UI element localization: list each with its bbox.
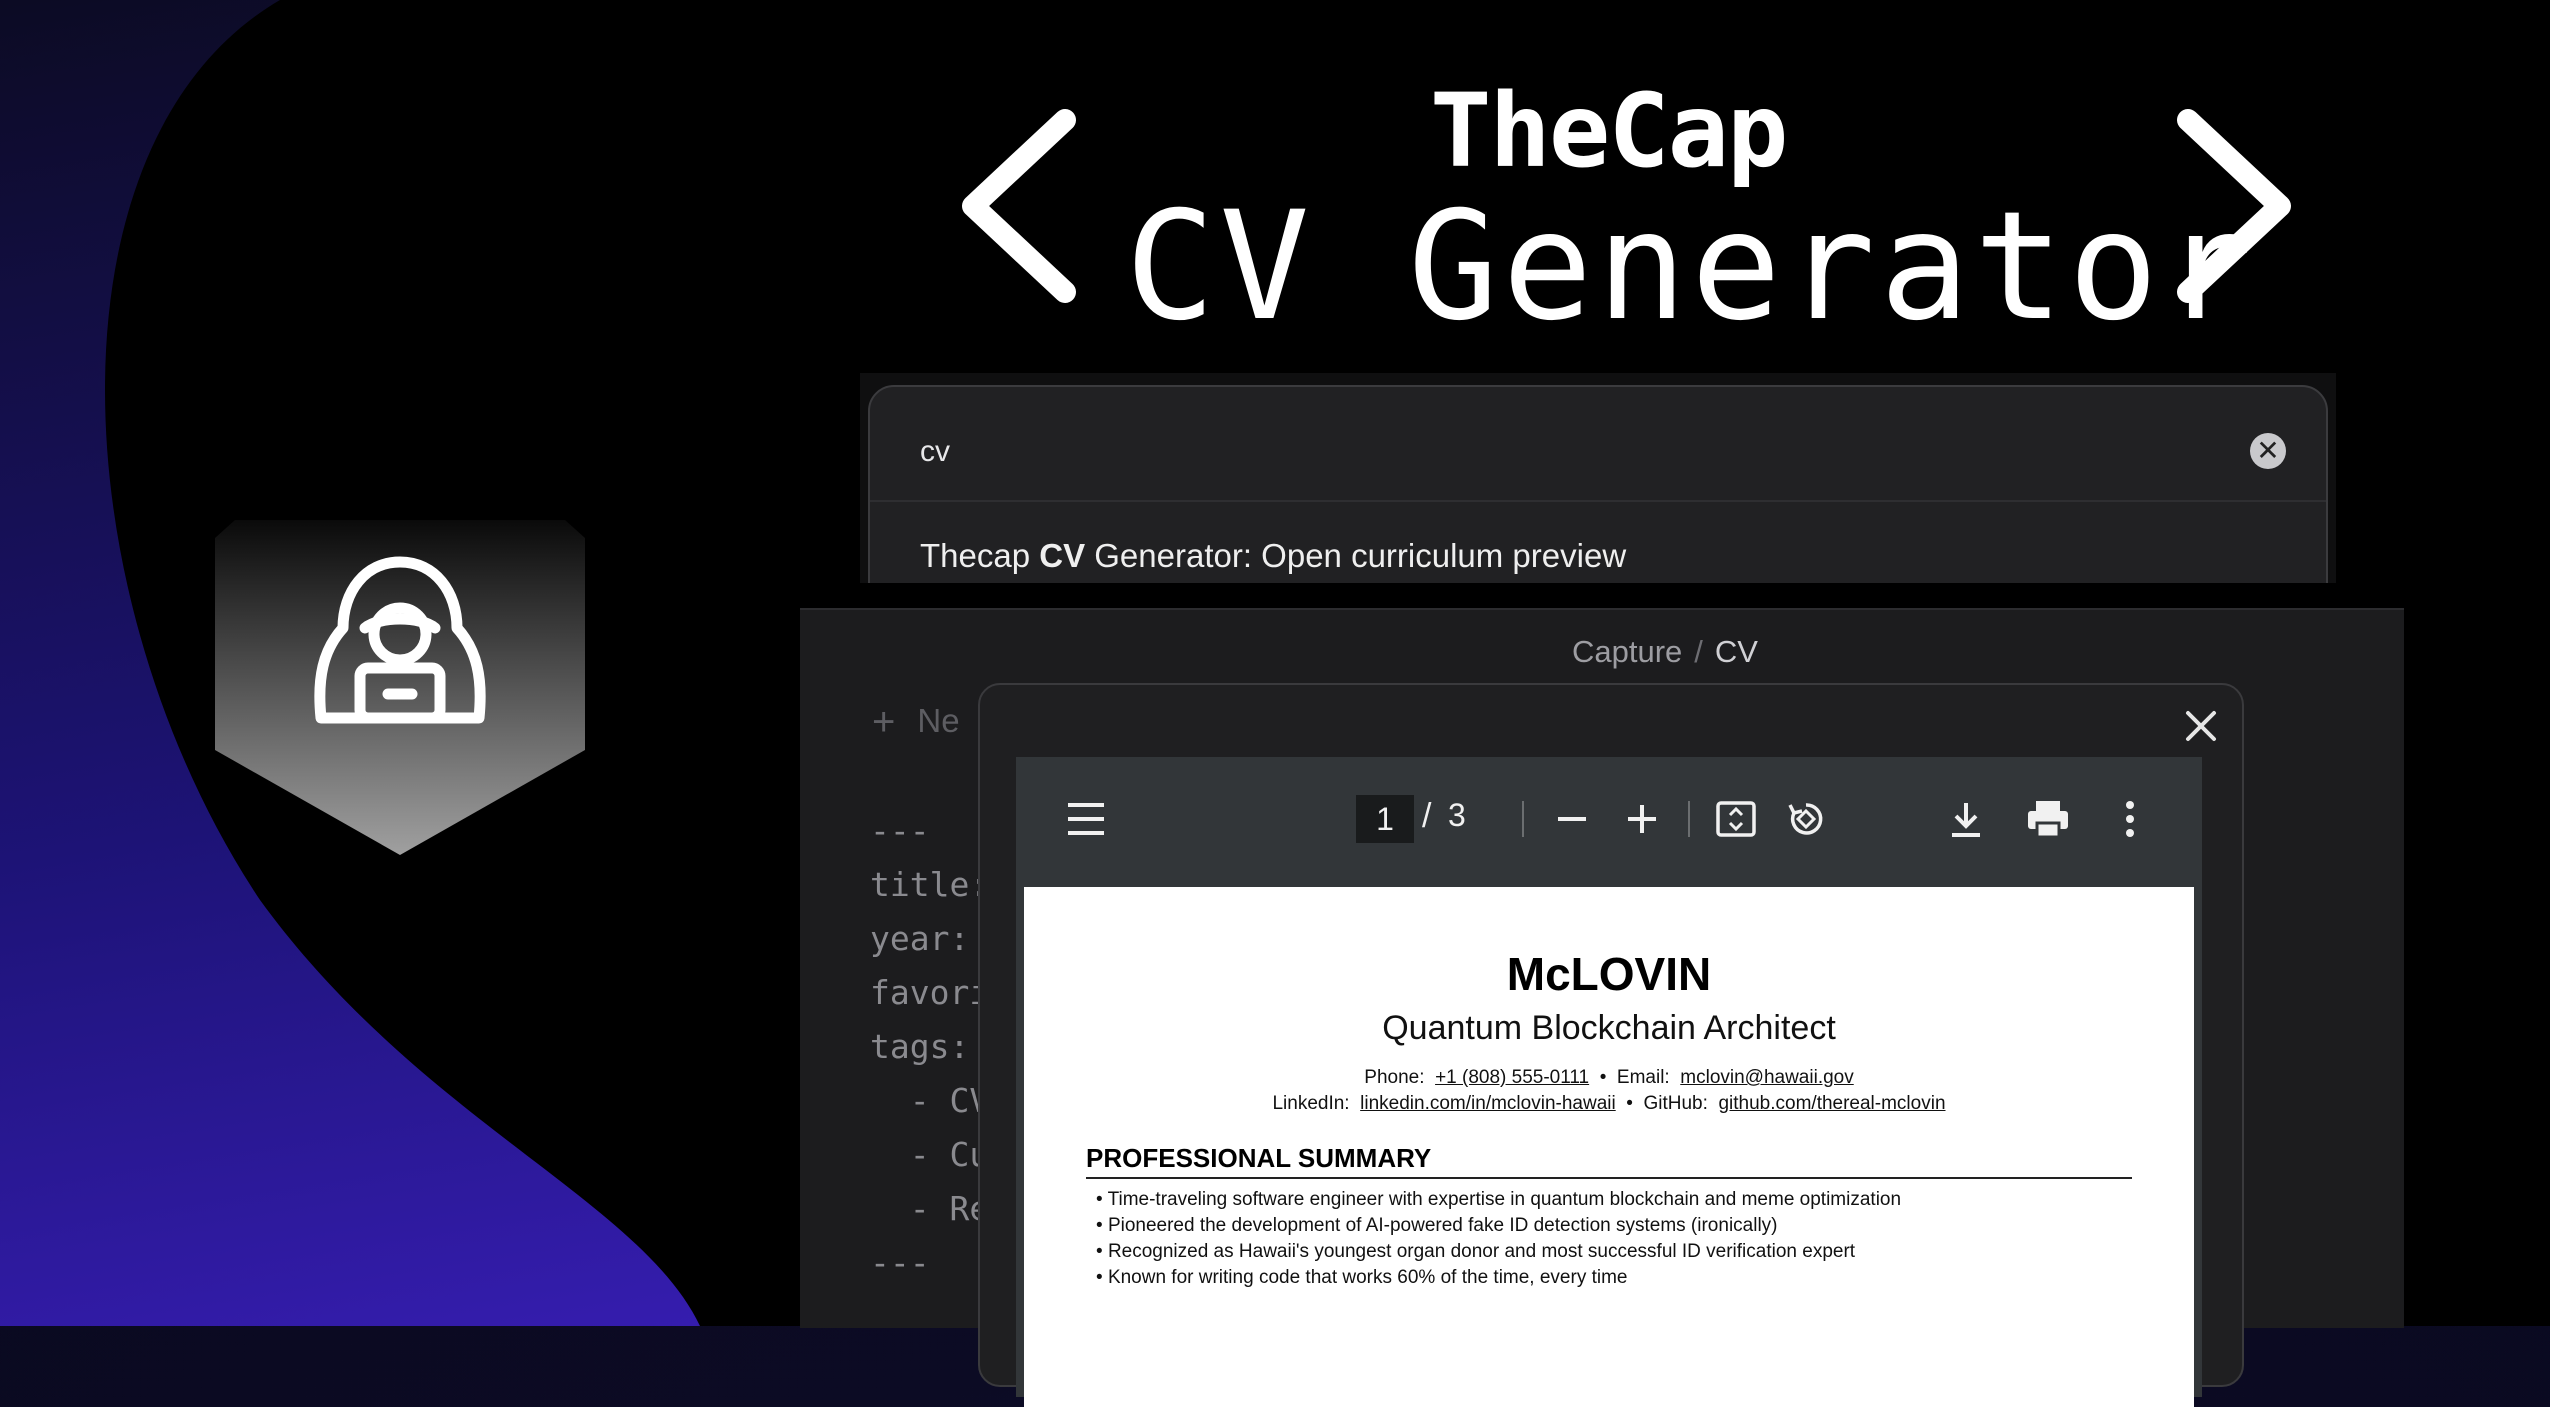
chevron-left-icon bbox=[962, 109, 1076, 303]
command-palette: cv ✕ Thecap CV Generator: Open curriculu… bbox=[860, 373, 2336, 583]
code-line: - CV bbox=[870, 1081, 990, 1120]
app-logo-badge bbox=[215, 520, 585, 860]
page-total: 3 bbox=[1448, 797, 1466, 833]
result-prefix: Thecap bbox=[920, 537, 1040, 574]
toolbar-divider bbox=[1522, 801, 1524, 837]
pdf-page: McLOVIN Quantum Blockchain Architect Pho… bbox=[1024, 887, 2194, 1407]
rotate-icon[interactable] bbox=[1786, 799, 1826, 839]
summary-bullet: Time-traveling software engineer with ex… bbox=[1096, 1187, 1901, 1213]
code-line: title: bbox=[870, 865, 990, 904]
code-line: --- bbox=[870, 811, 930, 850]
cv-name: McLOVIN bbox=[1506, 948, 1712, 1000]
phone-label: Phone: bbox=[1364, 1067, 1425, 1088]
search-box: cv ✕ Thecap CV Generator: Open curriculu… bbox=[868, 385, 2328, 583]
code-line: year: bbox=[870, 919, 970, 958]
cv-contact-line-2: LinkedIn: linkedin.com/in/mclovin-hawaii… bbox=[1024, 1093, 2194, 1115]
toolbar-divider bbox=[1688, 801, 1690, 837]
summary-list: Time-traveling software engineer with ex… bbox=[1096, 1187, 1901, 1291]
hero-title-big: CV Generator bbox=[1125, 180, 2257, 354]
fit-page-icon[interactable] bbox=[1716, 801, 1756, 837]
breadcrumb-separator: / bbox=[1694, 634, 1703, 669]
frontmatter-code[interactable]: --- title: year: favori tags: - CV - Cu - Re… bbox=[870, 804, 989, 1290]
code-line: tags: bbox=[870, 1027, 970, 1066]
cv-role: Quantum Blockchain Architect bbox=[1382, 1009, 1836, 1047]
summary-bullet: Pioneered the development of AI-powered … bbox=[1096, 1213, 1901, 1239]
summary-bullet: Known for writing code that works 60% of… bbox=[1096, 1265, 1901, 1291]
more-options-icon[interactable] bbox=[2124, 799, 2136, 839]
divider bbox=[870, 500, 2326, 502]
hero-title-small: TheCap bbox=[1430, 72, 1788, 191]
linkedin-label: LinkedIn: bbox=[1272, 1093, 1350, 1114]
new-note-button[interactable]: + Ne bbox=[872, 700, 960, 745]
separator-dot: • bbox=[1626, 1093, 1633, 1114]
github-label: GitHub: bbox=[1643, 1093, 1708, 1114]
hero-header: TheCap CV Generator bbox=[0, 0, 2550, 360]
close-icon[interactable] bbox=[2184, 709, 2218, 743]
menu-icon[interactable] bbox=[1066, 801, 1106, 837]
section-rule bbox=[1086, 1177, 2132, 1179]
separator-dot: • bbox=[1599, 1067, 1607, 1088]
breadcrumb-parent[interactable]: Capture bbox=[1572, 634, 1682, 669]
pdf-toolbar: 1 / 3 bbox=[1016, 757, 2202, 885]
cv-contact-line-1: Phone: +1 (808) 555-0111 • Email: mclovi… bbox=[1024, 1067, 2194, 1089]
breadcrumb: Capture / CV bbox=[1572, 634, 1758, 670]
page-number-input[interactable]: 1 bbox=[1356, 795, 1414, 843]
phone-link[interactable]: +1 (808) 555-0111 bbox=[1435, 1067, 1589, 1088]
code-line: - Re bbox=[870, 1189, 990, 1228]
search-result-item[interactable]: Thecap CV Generator: Open curriculum pre… bbox=[920, 537, 1626, 575]
page-separator: / bbox=[1422, 797, 1432, 835]
plus-icon: + bbox=[872, 700, 896, 744]
breadcrumb-current: CV bbox=[1714, 634, 1758, 669]
github-link[interactable]: github.com/thereal-mclovin bbox=[1718, 1093, 1945, 1114]
search-input[interactable]: cv bbox=[920, 435, 950, 469]
result-highlight: CV bbox=[1039, 537, 1086, 574]
zoom-in-icon[interactable] bbox=[1626, 803, 1658, 835]
new-note-label: Ne bbox=[917, 702, 960, 739]
section-title: PROFESSIONAL SUMMARY bbox=[1086, 1143, 1432, 1173]
result-suffix: Generator: Open curriculum preview bbox=[1085, 537, 1627, 574]
summary-bullet: Recognized as Hawaii's youngest organ do… bbox=[1096, 1239, 1901, 1265]
code-line: - Cu bbox=[870, 1135, 990, 1174]
pdf-viewer: 1 / 3 McLOVIN Quantum Blockchain Archite… bbox=[1016, 757, 2202, 1407]
code-line: favori bbox=[870, 973, 990, 1012]
print-icon[interactable] bbox=[2026, 799, 2070, 839]
chevron-right-icon bbox=[2177, 109, 2291, 303]
zoom-out-icon[interactable] bbox=[1556, 809, 1588, 829]
pdf-preview-modal: 1 / 3 McLOVIN Quantum Blockchain Archite… bbox=[978, 683, 2244, 1407]
email-label: Email: bbox=[1616, 1067, 1670, 1088]
email-link[interactable]: mclovin@hawaii.gov bbox=[1680, 1067, 1853, 1088]
code-line: --- bbox=[870, 1243, 930, 1282]
clear-search-icon[interactable]: ✕ bbox=[2250, 433, 2286, 469]
linkedin-link[interactable]: linkedin.com/in/mclovin-hawaii bbox=[1360, 1093, 1616, 1114]
download-icon[interactable] bbox=[1948, 799, 1984, 839]
